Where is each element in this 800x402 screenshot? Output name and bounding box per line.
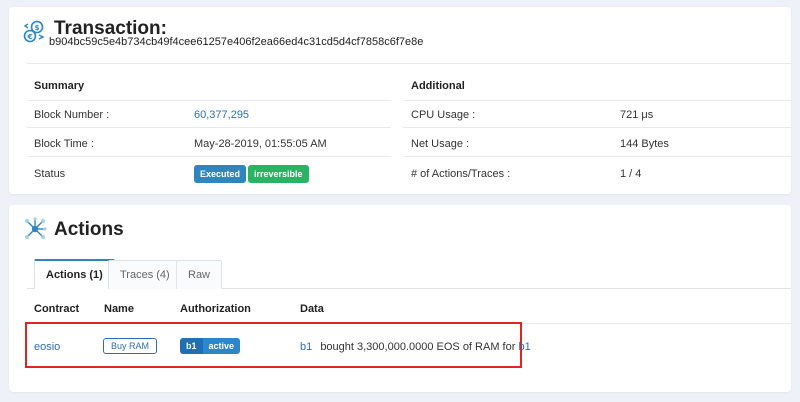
block-time-label: Block Time :	[34, 138, 94, 150]
status-label: Status	[34, 168, 66, 180]
actions-title: Actions	[54, 219, 124, 240]
status-badge-irreversible: irreversible	[248, 165, 309, 183]
column-name: Name	[104, 303, 134, 315]
contract-link[interactable]: eosio	[34, 341, 60, 353]
divider	[403, 156, 791, 157]
cpu-usage-value: 721 μs	[620, 109, 654, 121]
transaction-hash: b904bc59c5e4b734cb49f4cee61257e406f2ea66…	[49, 36, 424, 48]
divider	[27, 100, 391, 101]
action-data: b1 bought 3,300,000.0000 EOS of RAM for …	[300, 341, 531, 353]
column-contract: Contract	[34, 303, 80, 315]
divider	[27, 156, 391, 157]
tab-raw[interactable]: Raw	[176, 260, 223, 289]
summary-heading: Summary	[34, 80, 85, 92]
data-to-account-link[interactable]: b1	[518, 341, 530, 353]
auth-actor-link[interactable]: b1	[180, 338, 203, 354]
additional-heading: Additional	[411, 80, 465, 92]
block-number-label: Block Number :	[34, 109, 110, 121]
block-time-value: May-28-2019, 01:55:05 AM	[194, 138, 327, 150]
auth-permission: active	[202, 338, 241, 354]
net-usage-value: 144 Bytes	[620, 138, 669, 150]
tab-traces[interactable]: Traces (4)	[108, 260, 182, 289]
tab-actions[interactable]: Actions (1)	[34, 259, 115, 289]
svg-text:€: €	[27, 33, 33, 41]
action-name-badge[interactable]: Buy RAM	[103, 338, 158, 354]
net-usage-label: Net Usage :	[411, 138, 470, 150]
divider	[27, 127, 391, 128]
actions-traces-value: 1 / 4	[620, 168, 642, 180]
transaction-exchange-icon: $ €	[23, 20, 47, 44]
divider	[27, 63, 791, 64]
actions-traces-label: # of Actions/Traces :	[411, 168, 511, 180]
authorization-badge: b1 active	[180, 338, 241, 354]
data-text: bought 3,300,000.0000 EOS of RAM for	[320, 341, 516, 353]
divider	[403, 100, 791, 101]
network-nodes-icon	[23, 217, 47, 241]
status-badge-executed: Executed	[194, 165, 247, 183]
data-from-account-link[interactable]: b1	[300, 341, 312, 353]
cpu-usage-label: CPU Usage :	[411, 109, 476, 121]
column-data: Data	[300, 303, 324, 315]
column-authorization: Authorization	[180, 303, 251, 315]
block-number-link[interactable]: 60,377,295	[194, 109, 249, 121]
divider	[403, 127, 791, 128]
svg-text:$: $	[35, 24, 40, 32]
